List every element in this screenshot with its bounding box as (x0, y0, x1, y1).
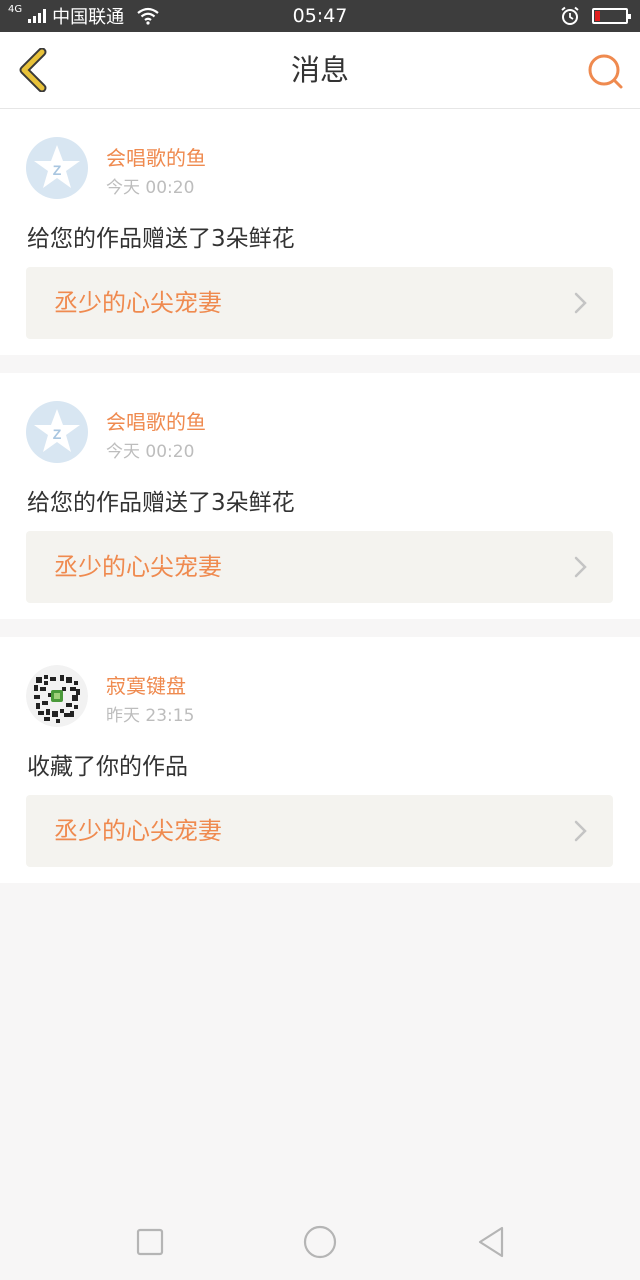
message-time: 今天 00:20 (106, 442, 195, 462)
qzone-star-icon[interactable]: Z (26, 401, 88, 463)
app-header: 消息 (0, 32, 640, 109)
message-text: 给您的作品赠送了3朵鲜花 (27, 490, 295, 516)
work-title: 丞少的心尖宠妻 (54, 553, 222, 581)
message-text: 收藏了你的作品 (27, 754, 188, 780)
square-icon[interactable] (130, 1222, 170, 1262)
message-card: Z 会唱歌的鱼 今天 00:20 给您的作品赠送了3朵鲜花 丞少的心尖宠妻 (0, 373, 640, 619)
work-link[interactable]: 丞少的心尖宠妻 (26, 795, 613, 867)
message-time: 今天 00:20 (106, 178, 195, 198)
work-title: 丞少的心尖宠妻 (54, 817, 222, 845)
page-title: 消息 (290, 53, 349, 87)
work-link[interactable]: 丞少的心尖宠妻 (26, 267, 613, 339)
svg-text:Z: Z (53, 162, 62, 178)
message-text: 给您的作品赠送了3朵鲜花 (27, 226, 295, 252)
work-link[interactable]: 丞少的心尖宠妻 (26, 531, 613, 603)
alarm-icon (561, 6, 579, 25)
message-card: Z 会唱歌的鱼 今天 00:20 给您的作品赠送了3朵鲜花 丞少的心尖宠妻 (0, 109, 640, 355)
battery-level (595, 11, 600, 21)
qr-code-avatar[interactable] (26, 665, 88, 727)
svg-text:Z: Z (53, 426, 62, 442)
triangle-back-icon[interactable] (472, 1222, 512, 1262)
chevron-right-icon (574, 292, 587, 314)
status-bar: 4G 中国联通 05:47 (0, 0, 640, 32)
sender-name[interactable]: 会唱歌的鱼 (106, 142, 206, 171)
battery-icon (592, 8, 631, 24)
circle-icon[interactable] (300, 1222, 340, 1262)
message-time: 昨天 23:15 (106, 706, 195, 726)
clock: 05:47 (292, 5, 348, 27)
system-nav-bar (0, 1204, 640, 1280)
sender-name[interactable]: 寂寞键盘 (106, 670, 186, 699)
message-card: 寂寞键盘 昨天 23:15 收藏了你的作品 丞少的心尖宠妻 (0, 637, 640, 883)
chevron-right-icon (574, 820, 587, 842)
message-list: Z 会唱歌的鱼 今天 00:20 给您的作品赠送了3朵鲜花 丞少的心尖宠妻 Z … (0, 109, 640, 883)
status-right (560, 0, 631, 32)
qzone-star-icon[interactable]: Z (26, 137, 88, 199)
chevron-right-icon (574, 556, 587, 578)
sender-name[interactable]: 会唱歌的鱼 (106, 406, 206, 435)
work-title: 丞少的心尖宠妻 (54, 289, 222, 317)
search-icon[interactable] (586, 52, 626, 92)
